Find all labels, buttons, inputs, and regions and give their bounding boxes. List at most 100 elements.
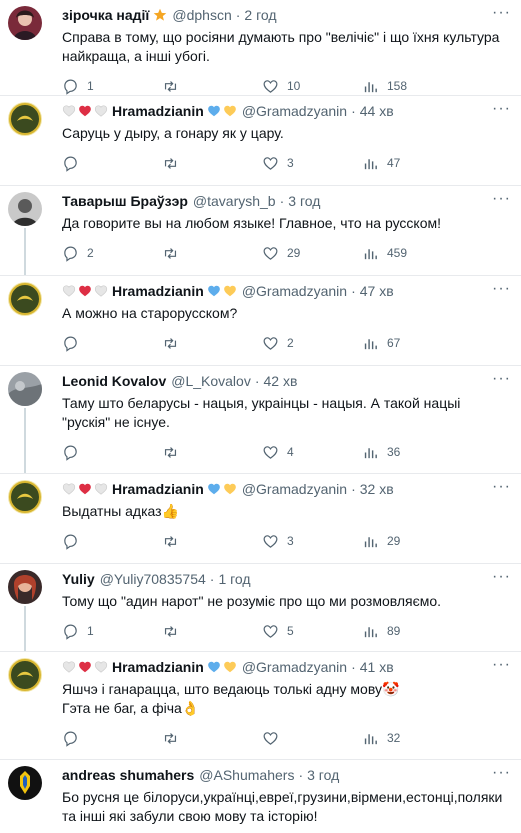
more-icon[interactable]: ··· bbox=[492, 281, 511, 297]
more-icon[interactable]: ··· bbox=[492, 191, 511, 207]
retweet-button[interactable] bbox=[162, 730, 262, 747]
views-button[interactable]: 36 bbox=[362, 444, 462, 461]
more-icon[interactable]: ··· bbox=[492, 101, 511, 117]
display-name[interactable]: Hramadzianin bbox=[112, 658, 204, 676]
handle[interactable]: @Gramadzyanin bbox=[242, 480, 347, 498]
display-name[interactable]: Yuliy bbox=[62, 570, 95, 588]
like-button[interactable]: 3 bbox=[262, 155, 362, 172]
handle[interactable]: @Gramadzyanin bbox=[242, 658, 347, 676]
tweet[interactable]: Hramadzianin @Gramadzyanin · 47 хв ··· А… bbox=[0, 276, 521, 366]
retweet-button[interactable] bbox=[162, 335, 262, 352]
like-button[interactable]: 29 bbox=[262, 245, 362, 262]
like-button[interactable]: 4 bbox=[262, 444, 362, 461]
handle[interactable]: @Gramadzyanin bbox=[242, 102, 347, 120]
retweet-button[interactable] bbox=[162, 245, 262, 262]
handle[interactable]: @AShumahers bbox=[199, 766, 294, 784]
tweet[interactable]: Hramadzianin @Gramadzyanin · 32 хв ··· В… bbox=[0, 474, 521, 564]
like-icon bbox=[263, 445, 278, 459]
handle[interactable]: @Gramadzyanin bbox=[242, 282, 347, 300]
tweet[interactable]: andreas shumahers @AShumahers · 3 год ··… bbox=[0, 760, 521, 833]
more-icon[interactable]: ··· bbox=[492, 371, 511, 387]
avatar[interactable] bbox=[8, 282, 42, 316]
timestamp[interactable]: 44 хв bbox=[360, 102, 394, 120]
avatar[interactable] bbox=[8, 6, 42, 40]
timestamp[interactable]: 47 хв bbox=[360, 282, 394, 300]
views-button[interactable]: 459 bbox=[362, 245, 462, 262]
avatar[interactable] bbox=[8, 102, 42, 136]
like-button[interactable] bbox=[262, 730, 362, 747]
tweet[interactable]: Leonid Kovalov @L_Kovalov · 42 хв ··· Та… bbox=[0, 366, 521, 474]
avatar[interactable] bbox=[8, 480, 42, 514]
display-name[interactable]: Hramadzianin bbox=[112, 282, 204, 300]
tweet[interactable]: Тавaрыш Браўзэр @tavarysh_b · 3 год ··· … bbox=[0, 186, 521, 276]
tweet[interactable]: Yuliy @Yuliy70835754 · 1 год ··· Тому що… bbox=[0, 564, 521, 652]
tweet[interactable]: зірочка надії @dphscn · 2 год ··· Справа… bbox=[0, 0, 521, 96]
timestamp[interactable]: 32 хв bbox=[360, 480, 394, 498]
views-button[interactable]: 29 bbox=[362, 533, 462, 550]
views-button[interactable]: 67 bbox=[362, 335, 462, 352]
display-name[interactable]: Leonid Kovalov bbox=[62, 372, 166, 390]
views-button[interactable]: 158 bbox=[362, 78, 462, 95]
more-icon[interactable]: ··· bbox=[492, 765, 511, 781]
display-name[interactable]: Hramadzianin bbox=[112, 480, 204, 498]
more-icon[interactable]: ··· bbox=[492, 5, 511, 21]
retweet-button[interactable] bbox=[162, 444, 262, 461]
views-icon bbox=[364, 158, 377, 169]
timestamp[interactable]: 41 хв bbox=[360, 658, 394, 676]
views-button[interactable]: 47 bbox=[362, 155, 462, 172]
handle[interactable]: @tavarysh_b bbox=[193, 192, 276, 210]
display-name[interactable]: зірочка надії bbox=[62, 6, 149, 24]
more-icon[interactable]: ··· bbox=[492, 569, 511, 585]
white-heart-icon bbox=[62, 105, 76, 117]
tweet-header: зірочка надії @dphscn · 2 год bbox=[62, 6, 277, 24]
reply-button[interactable]: 2 bbox=[62, 245, 162, 262]
more-icon[interactable]: ··· bbox=[492, 479, 511, 495]
avatar[interactable] bbox=[8, 658, 42, 692]
views-icon bbox=[364, 733, 377, 744]
more-icon[interactable]: ··· bbox=[492, 657, 511, 673]
handle[interactable]: @dphscn bbox=[172, 6, 231, 24]
like-button[interactable]: 10 bbox=[262, 78, 362, 95]
tweet[interactable]: Hramadzianin @Gramadzyanin · 44 хв ··· С… bbox=[0, 96, 521, 186]
heart-emojis bbox=[207, 284, 237, 298]
views-button[interactable]: 32 bbox=[362, 730, 462, 747]
retweet-button[interactable] bbox=[162, 155, 262, 172]
reply-button[interactable] bbox=[62, 444, 162, 461]
timestamp[interactable]: 3 год bbox=[288, 192, 320, 210]
retweet-button[interactable] bbox=[162, 78, 262, 95]
avatar[interactable] bbox=[8, 192, 42, 226]
like-button[interactable]: 5 bbox=[262, 623, 362, 640]
tweet[interactable]: Hramadzianin @Gramadzyanin · 41 хв ··· Я… bbox=[0, 652, 521, 760]
like-icon bbox=[263, 156, 278, 170]
blue-heart-icon bbox=[207, 661, 220, 673]
avatar[interactable] bbox=[8, 570, 42, 604]
timestamp[interactable]: 1 год bbox=[218, 570, 250, 588]
timestamp[interactable]: 2 год bbox=[244, 6, 276, 24]
reply-button[interactable] bbox=[62, 155, 162, 172]
reply-icon bbox=[64, 445, 77, 461]
retweet-button[interactable] bbox=[162, 533, 262, 550]
handle[interactable]: @L_Kovalov bbox=[171, 372, 251, 390]
display-name[interactable]: Тавaрыш Браўзэр bbox=[62, 192, 188, 210]
views-count: 67 bbox=[387, 336, 401, 350]
display-name[interactable]: andreas shumahers bbox=[62, 766, 194, 784]
display-name[interactable]: Hramadzianin bbox=[112, 102, 204, 120]
timestamp[interactable]: 3 год bbox=[307, 766, 339, 784]
retweet-icon bbox=[164, 625, 177, 637]
reply-button[interactable]: 1 bbox=[62, 78, 162, 95]
avatar[interactable] bbox=[8, 372, 42, 406]
retweet-button[interactable] bbox=[162, 623, 262, 640]
reply-button[interactable]: 1 bbox=[62, 623, 162, 640]
avatar[interactable] bbox=[8, 766, 42, 800]
reply-button[interactable] bbox=[62, 533, 162, 550]
reply-button[interactable] bbox=[62, 730, 162, 747]
tweet-actions: 1 10 158 bbox=[62, 76, 509, 96]
handle[interactable]: @Yuliy70835754 bbox=[100, 570, 206, 588]
like-button[interactable]: 3 bbox=[262, 533, 362, 550]
tweet-text: Выдатны адказ👍 bbox=[62, 503, 180, 519]
yellow-heart-icon bbox=[223, 285, 236, 297]
like-button[interactable]: 2 bbox=[262, 335, 362, 352]
reply-button[interactable] bbox=[62, 335, 162, 352]
views-button[interactable]: 89 bbox=[362, 623, 462, 640]
timestamp[interactable]: 42 хв bbox=[264, 372, 298, 390]
